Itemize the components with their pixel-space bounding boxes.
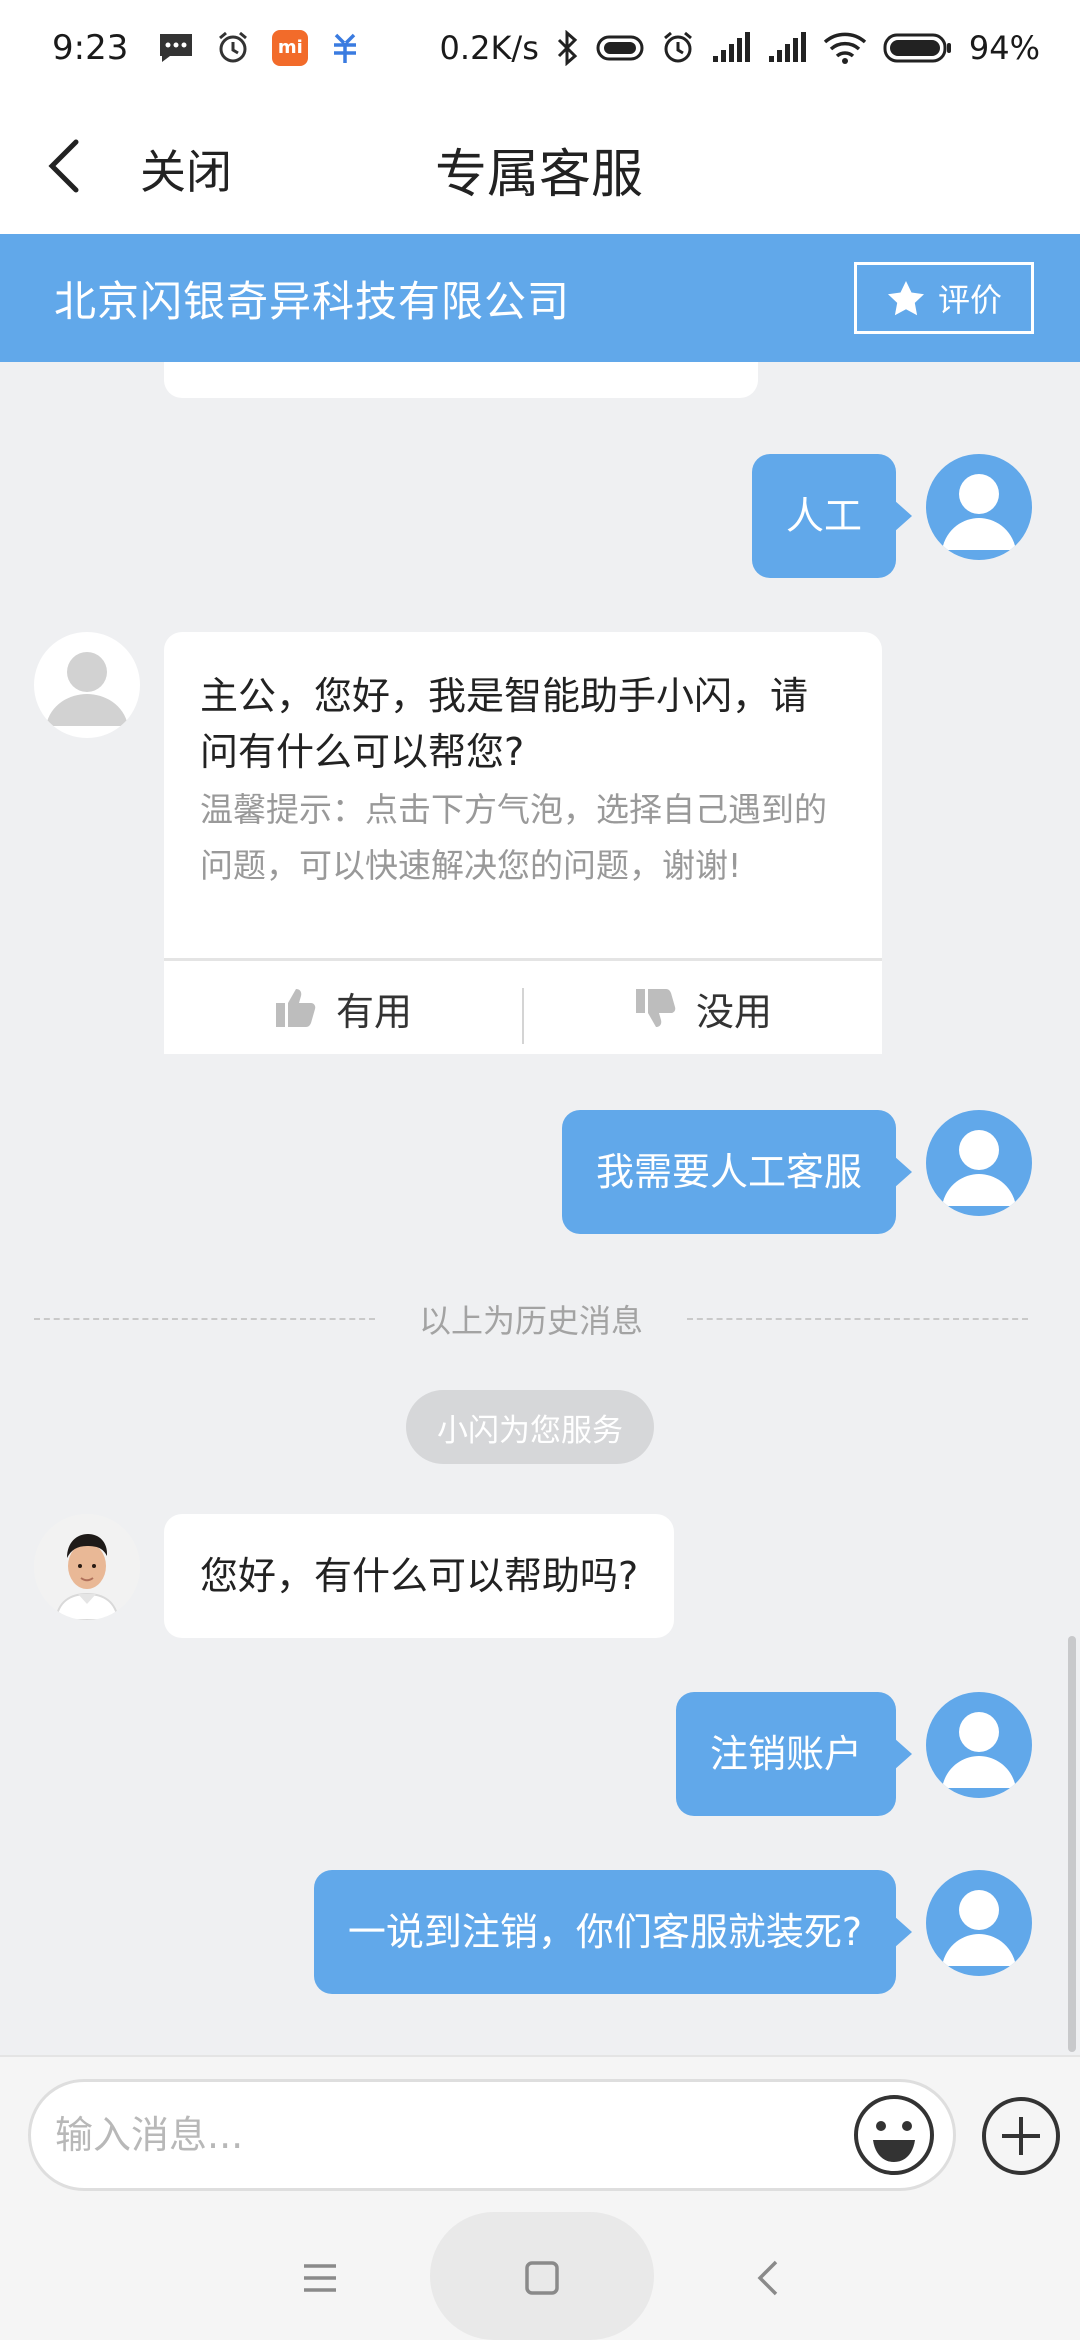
status-bar-right: 0.2K/s 94% bbox=[440, 29, 1040, 67]
separator-line bbox=[687, 1318, 1029, 1320]
vibrate-icon bbox=[595, 33, 645, 63]
thumbs-down-icon bbox=[636, 989, 676, 1027]
agent-avatar[interactable] bbox=[34, 1514, 140, 1620]
signal-icon bbox=[711, 32, 751, 64]
user-avatar[interactable] bbox=[926, 1110, 1032, 1216]
history-separator-text: 以上为历史消息 bbox=[419, 1302, 644, 1340]
user-message-bubble: 我需要人工客服 bbox=[561, 1110, 913, 1234]
chat-scrollbar[interactable] bbox=[1068, 1636, 1076, 2052]
message-text: 我需要人工客服 bbox=[595, 1150, 862, 1194]
company-name: 北京闪银奇异科技有限公司 bbox=[54, 276, 571, 326]
home-icon[interactable] bbox=[512, 2248, 572, 2308]
app-icon bbox=[330, 31, 360, 65]
previous-message-bubble bbox=[164, 362, 758, 398]
page-title-text: 专属客服 bbox=[434, 145, 643, 205]
mi-app-icon: mi bbox=[272, 30, 309, 66]
status-bar: 9:23 mi 0.2K/s 94% bbox=[0, 0, 1080, 96]
user-avatar[interactable] bbox=[926, 1870, 1032, 1976]
useful-button[interactable]: 有用 bbox=[274, 962, 412, 1054]
wifi-icon bbox=[823, 31, 867, 65]
user-avatar-icon bbox=[942, 1890, 1016, 1966]
user-avatar-icon bbox=[942, 1130, 1016, 1206]
agent-message-bubble: 您好，有什么可以帮助吗? bbox=[164, 1514, 675, 1638]
user-message-bubble: 一说到注销，你们客服就装死? bbox=[313, 1870, 913, 1994]
service-notice: 小闪为您服务 bbox=[406, 1390, 654, 1464]
card-divider bbox=[164, 958, 882, 961]
alarm-icon bbox=[661, 31, 695, 65]
chat-area[interactable]: 人工 主公，您好，我是智能助手小闪，请问有什么可以帮您? 温馨提示：点击下方气泡… bbox=[0, 362, 1080, 2055]
history-separator: 以上为历史消息 bbox=[34, 1294, 1029, 1344]
agent-photo-icon bbox=[34, 1514, 140, 1620]
bot-message-card: 主公，您好，我是智能助手小闪，请问有什么可以帮您? 温馨提示：点击下方气泡，选择… bbox=[164, 632, 882, 1054]
user-avatar-icon bbox=[942, 1712, 1016, 1788]
back-icon[interactable] bbox=[740, 2248, 800, 2308]
message-text: 一说到注销，你们客服就装死? bbox=[347, 1910, 862, 1954]
message-icon bbox=[158, 32, 194, 64]
message-input[interactable] bbox=[55, 2113, 835, 2157]
user-avatar-icon bbox=[942, 474, 1016, 550]
bot-tip-text: 温馨提示：点击下方气泡，选择自己遇到的问题，可以快速解决您的问题，谢谢! bbox=[200, 790, 827, 885]
net-speed: 0.2K/s bbox=[439, 29, 539, 67]
message-input-container bbox=[28, 2079, 956, 2191]
system-nav-bar bbox=[0, 2210, 1080, 2340]
useless-button[interactable]: 没用 bbox=[634, 962, 772, 1054]
rate-button[interactable]: 评价 bbox=[854, 262, 1034, 334]
alarm-icon bbox=[216, 31, 250, 65]
user-avatar[interactable] bbox=[926, 1692, 1032, 1798]
plus-icon[interactable] bbox=[980, 2095, 1062, 2177]
user-message-bubble: 人工 bbox=[751, 454, 913, 578]
user-message-bubble: 注销账户 bbox=[675, 1692, 913, 1816]
battery-icon bbox=[883, 32, 953, 64]
bluetooth-icon bbox=[555, 30, 579, 66]
status-time: 9:23 bbox=[52, 28, 129, 68]
user-avatar[interactable] bbox=[926, 454, 1032, 560]
bot-message-text: 主公，您好，我是智能助手小闪，请问有什么可以帮您? bbox=[200, 674, 809, 774]
status-bar-left: 9:23 mi bbox=[52, 28, 360, 68]
message-text: 您好，有什么可以帮助吗? bbox=[200, 1554, 639, 1598]
separator-line bbox=[34, 1318, 375, 1320]
rate-label: 评价 bbox=[937, 281, 1002, 319]
page-title: 专属客服 bbox=[0, 132, 1080, 207]
useless-label: 没用 bbox=[696, 989, 773, 1034]
message-text: 人工 bbox=[785, 494, 862, 538]
feedback-divider bbox=[522, 988, 524, 1044]
battery-percent: 94% bbox=[968, 29, 1040, 67]
message-text: 注销账户 bbox=[709, 1732, 862, 1776]
input-bar bbox=[0, 2055, 1080, 2210]
menu-icon[interactable] bbox=[290, 2248, 350, 2308]
company-banner: 北京闪银奇异科技有限公司 评价 bbox=[0, 234, 1080, 362]
star-icon bbox=[887, 281, 924, 316]
bot-avatar bbox=[34, 632, 140, 738]
title-bar: 关闭 专属客服 bbox=[0, 96, 1080, 234]
thumbs-up-icon bbox=[276, 989, 316, 1027]
emoji-icon[interactable] bbox=[851, 2092, 937, 2178]
bot-avatar-icon bbox=[46, 652, 128, 726]
signal-icon bbox=[767, 32, 807, 64]
useful-label: 有用 bbox=[336, 989, 413, 1034]
